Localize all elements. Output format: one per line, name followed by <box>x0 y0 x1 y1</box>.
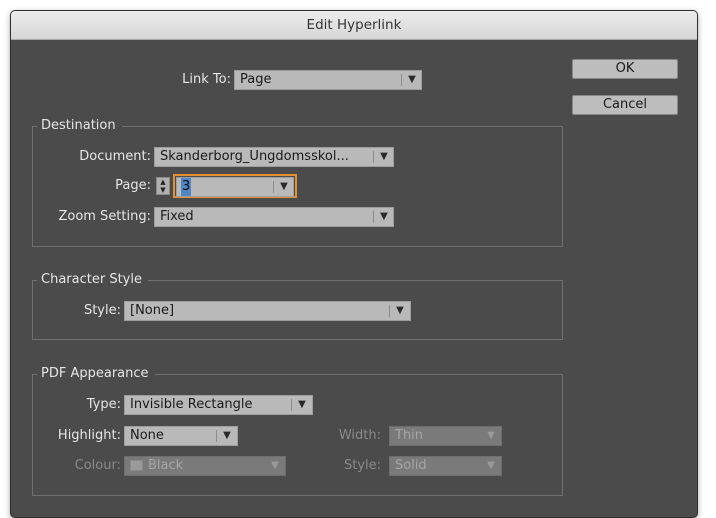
zoom-setting-value: Fixed <box>160 209 194 224</box>
destination-group-title: Destination <box>37 117 122 135</box>
chevron-down-icon: ▼ <box>396 305 404 316</box>
highlight-dropdown[interactable]: None ▼ <box>124 426 238 446</box>
page-label: Page: <box>115 178 151 193</box>
chevron-down-icon: ▼ <box>408 74 416 85</box>
page-combo[interactable]: 3 ▼ <box>176 177 294 197</box>
link-to-dropdown[interactable]: Page ▼ <box>234 70 422 90</box>
document-label: Document: <box>79 149 151 164</box>
link-to-label: Link To: <box>182 72 231 87</box>
link-to-value: Page <box>240 72 272 87</box>
type-label: Type: <box>86 397 121 412</box>
width-label: Width: <box>338 428 381 443</box>
type-value: Invisible Rectangle <box>130 397 253 412</box>
document-value: Skanderborg_Ungdomsskol... <box>160 149 349 164</box>
width-dropdown: Thin ▼ <box>389 426 502 446</box>
chevron-down-icon: ▼ <box>271 460 279 471</box>
cancel-button[interactable]: Cancel <box>572 95 678 115</box>
page-stepper[interactable]: ▲ ▼ <box>156 177 170 195</box>
style-line-label: Style: <box>343 458 381 473</box>
highlight-label: Highlight: <box>57 428 121 443</box>
colour-value: Black <box>148 458 184 473</box>
chevron-down-icon: ▼ <box>380 211 388 222</box>
colour-label: Colour: <box>74 458 121 473</box>
chevron-down-icon: ▼ <box>487 460 495 471</box>
character-style-value: [None] <box>130 303 175 318</box>
dialog-title: Edit Hyperlink <box>11 11 697 40</box>
chevron-down-icon: ▼ <box>223 430 231 441</box>
edit-hyperlink-dialog: Edit Hyperlink Link To: Page ▼ OK Cancel… <box>10 10 698 518</box>
pdf-appearance-group-title: PDF Appearance <box>37 365 155 383</box>
style-label: Style: <box>83 303 121 318</box>
character-style-dropdown[interactable]: [None] ▼ <box>124 301 411 321</box>
style-line-dropdown: Solid ▼ <box>389 456 502 476</box>
width-value: Thin <box>395 428 424 443</box>
page-value[interactable]: 3 <box>181 178 192 196</box>
ok-button[interactable]: OK <box>572 59 678 79</box>
chevron-down-icon: ▼ <box>380 151 388 162</box>
colour-dropdown: Black ▼ <box>124 456 286 476</box>
chevron-down-icon: ▼ <box>298 399 306 410</box>
character-style-group-title: Character Style <box>37 271 148 289</box>
highlight-value: None <box>130 428 164 443</box>
document-dropdown[interactable]: Skanderborg_Ungdomsskol... ▼ <box>154 147 394 167</box>
zoom-setting-dropdown[interactable]: Fixed ▼ <box>154 207 394 227</box>
style-line-value: Solid <box>395 458 427 473</box>
colour-swatch <box>130 460 143 471</box>
zoom-setting-label: Zoom Setting: <box>58 209 151 224</box>
chevron-down-icon: ▼ <box>280 181 288 192</box>
type-dropdown[interactable]: Invisible Rectangle ▼ <box>124 395 313 415</box>
chevron-down-icon: ▼ <box>487 430 495 441</box>
